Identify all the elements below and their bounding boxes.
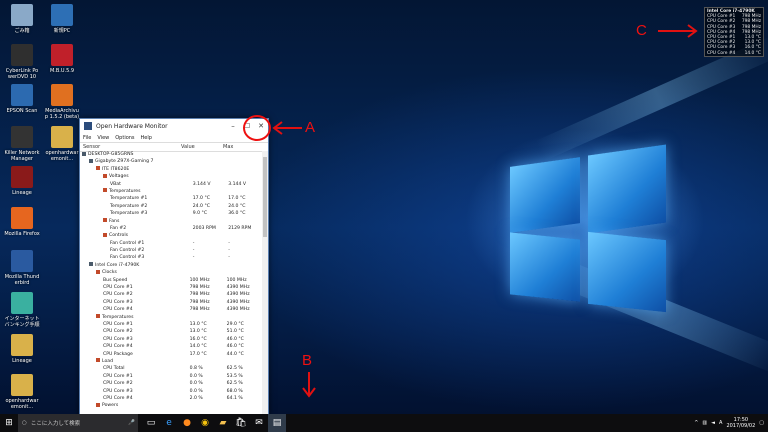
- volume-icon[interactable]: ◄: [711, 420, 715, 426]
- network-icon[interactable]: ▥: [702, 420, 707, 426]
- taskbar: ⊞ ○ ここに入力して検索 🎤 ▭ e ● ◉ ▰ 🛍 ✉ ▤ ^ ▥ ◄ A …: [0, 414, 768, 432]
- store-icon[interactable]: 🛍: [232, 414, 250, 432]
- firefox-icon[interactable]: ●: [178, 414, 196, 432]
- clock-date: 2017/09/02: [726, 423, 756, 429]
- notification-icon[interactable]: ▢: [759, 420, 764, 426]
- ime-indicator[interactable]: A: [719, 420, 722, 426]
- arrow-b: [302, 372, 316, 398]
- search-icon: ○: [22, 420, 27, 426]
- edge-icon[interactable]: e: [160, 414, 178, 432]
- annotation-arrows: [272, 24, 698, 398]
- system-tray: ^ ▥ ◄ A 17:50 2017/09/02 ▢: [694, 417, 768, 429]
- desktop: ごみ箱 新規PC CyberLink PowerDVD 10 M.B.U.5.9 EPS…: [0, 0, 768, 414]
- start-button[interactable]: ⊞: [0, 414, 18, 432]
- ohm-taskbar-icon[interactable]: ▤: [268, 414, 286, 432]
- arrow-a: [272, 121, 302, 135]
- search-box[interactable]: ○ ここに入力して検索 🎤: [18, 414, 138, 432]
- arrow-c: [658, 24, 698, 38]
- chevron-up-icon[interactable]: ^: [694, 420, 698, 426]
- microphone-icon[interactable]: 🎤: [128, 420, 135, 426]
- clock[interactable]: 17:50 2017/09/02: [726, 417, 755, 429]
- mail-icon[interactable]: ✉: [250, 414, 268, 432]
- task-view-icon[interactable]: ▭: [142, 414, 160, 432]
- chrome-icon[interactable]: ◉: [196, 414, 214, 432]
- search-placeholder: ここに入力して検索: [30, 421, 81, 427]
- file-explorer-icon[interactable]: ▰: [214, 414, 232, 432]
